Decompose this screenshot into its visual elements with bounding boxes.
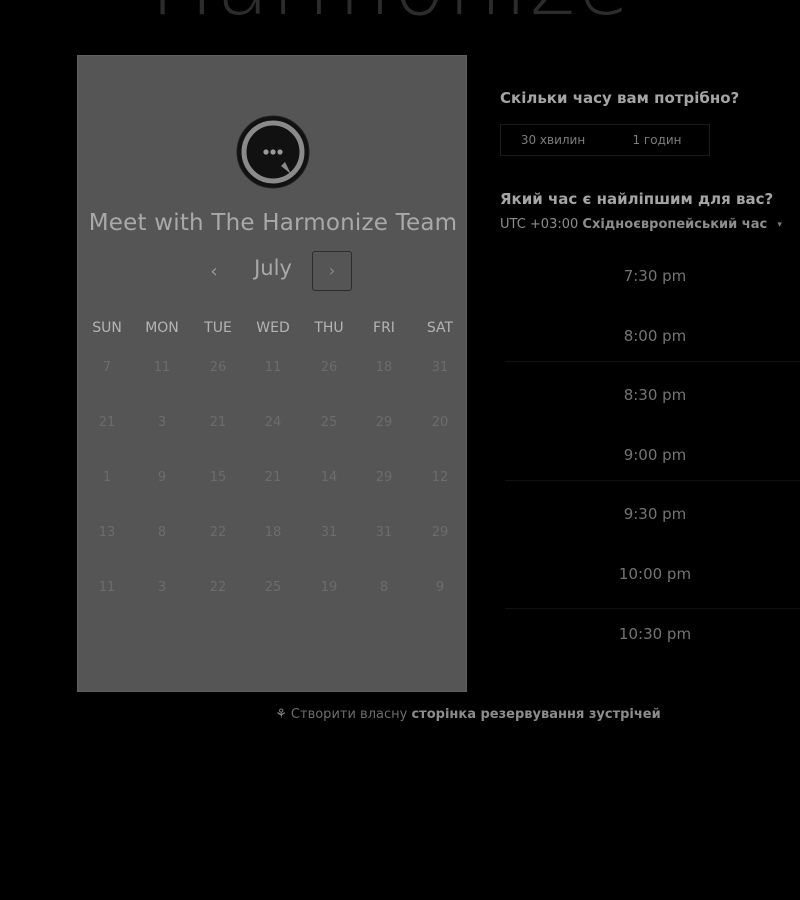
calendar-day: 29	[375, 415, 393, 430]
chat-bubble-ellipsis-icon	[236, 115, 310, 189]
slot-divider	[505, 361, 800, 362]
timezone-dropdown[interactable]: UTC +03:00 Східноєвропейський час ▾	[500, 217, 782, 232]
timezone-offset: UTC +03:00	[500, 217, 579, 232]
calendar-day: 21	[98, 415, 116, 430]
timezone-name: Східноєвропейський час	[582, 217, 768, 232]
calendar-day: 22	[209, 580, 227, 595]
calendar-day: 18	[264, 525, 282, 540]
calendar-day: 9	[157, 470, 167, 485]
month-navigation: ‹ July ›	[78, 250, 468, 294]
brand-wordmark: Harmonize	[150, 0, 632, 28]
calendar-day: 20	[431, 415, 449, 430]
calendar-day: 14	[320, 470, 338, 485]
time-slot[interactable]: 8:30 pm	[505, 365, 800, 425]
time-slot[interactable]: 10:00 pm	[505, 544, 800, 604]
calendar-day: 24	[264, 415, 282, 430]
calendar-day: 3	[157, 580, 167, 595]
footer-create-link[interactable]: ⚘ Створити власну сторінка резервування з…	[0, 707, 800, 722]
calendar-day: 15	[209, 470, 227, 485]
time-slot[interactable]: 10:30 pm	[505, 604, 800, 664]
month-label: July	[254, 256, 292, 280]
time-question: Який час є найліпшим для вас?	[500, 190, 774, 208]
page-title: Meet with The Harmonize Team	[88, 210, 458, 236]
calendar-day: 21	[209, 415, 227, 430]
calendar-day: 19	[320, 580, 338, 595]
calendar-day: 26	[320, 360, 338, 375]
calendar-day: 22	[209, 525, 227, 540]
time-slot[interactable]: 7:30 pm	[505, 246, 800, 306]
time-slot[interactable]: 9:30 pm	[505, 484, 800, 544]
calendar-day: 13	[98, 525, 116, 540]
duration-option-30-min[interactable]: 30 хвилин	[501, 125, 605, 155]
calendar-day: 8	[379, 580, 389, 595]
duration-option-1-hour[interactable]: 1 годин	[605, 125, 709, 155]
calendar-day: 11	[153, 360, 171, 375]
chevron-down-icon: ▾	[777, 219, 782, 230]
weekday-label: SUN	[92, 320, 122, 336]
time-slot[interactable]: 9:00 pm	[505, 425, 800, 485]
weekday-label: TUE	[204, 320, 232, 336]
time-slot[interactable]: 8:00 pm	[505, 306, 800, 366]
calendar-day: 31	[431, 360, 449, 375]
weekday-label: MON	[145, 320, 179, 336]
weekday-header: SUN MON TUE WED THU FRI SAT	[78, 320, 468, 340]
calendar-day: 7	[102, 360, 112, 375]
calendar-day: 1	[102, 470, 112, 485]
calendar-day: 25	[320, 415, 338, 430]
slot-divider	[505, 480, 800, 481]
calendar-day: 21	[264, 470, 282, 485]
calendar-day: 11	[98, 580, 116, 595]
calendar-day: 8	[157, 525, 167, 540]
calendar-day: 12	[431, 470, 449, 485]
weekday-label: THU	[314, 320, 344, 336]
calendar-day: 26	[209, 360, 227, 375]
calendar-day: 11	[264, 360, 282, 375]
weekday-label: SAT	[426, 320, 454, 336]
calendar-day: 29	[375, 470, 393, 485]
duration-selector: 30 хвилин 1 годин	[500, 124, 710, 156]
footer-prefix: Створити власну	[290, 707, 408, 722]
calendar-day: 18	[375, 360, 393, 375]
duration-question: Скільки часу вам потрібно?	[500, 89, 740, 107]
sprocket-icon: ⚘	[275, 707, 287, 722]
calendar-day: 31	[320, 525, 338, 540]
calendar-day: 9	[435, 580, 445, 595]
calendar-day: 29	[431, 525, 449, 540]
calendar-day: 3	[157, 415, 167, 430]
footer-link[interactable]: сторінка резервування зустрічей	[411, 707, 660, 722]
weekday-label: WED	[256, 320, 290, 336]
calendar-day: 31	[375, 525, 393, 540]
calendar-card: Meet with The Harmonize Team ‹ July › SU…	[77, 55, 467, 692]
prev-month-button[interactable]: ‹	[202, 258, 226, 286]
calendar-day: 25	[264, 580, 282, 595]
weekday-label: FRI	[373, 320, 395, 336]
next-month-button[interactable]: ›	[312, 251, 352, 291]
